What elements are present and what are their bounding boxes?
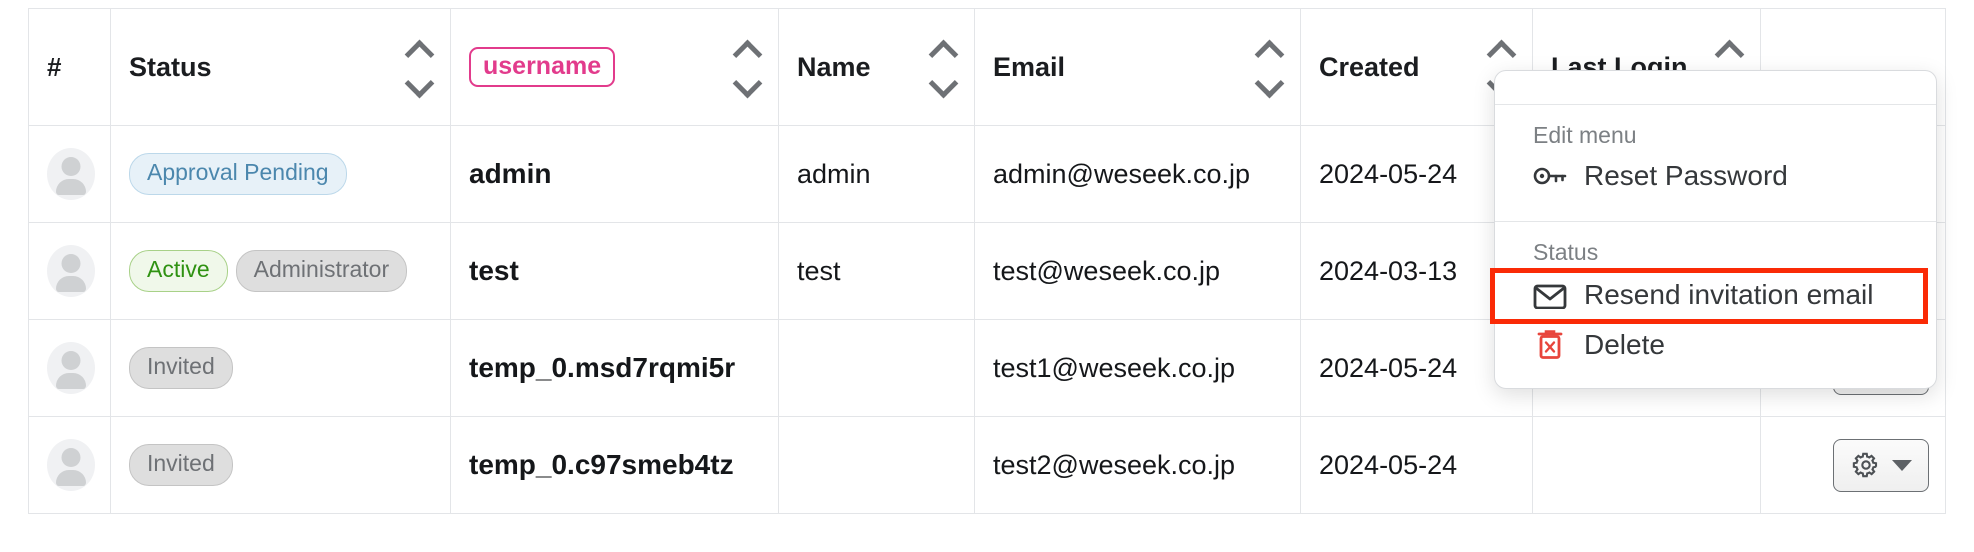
chevron-up-icon[interactable] [1716,42,1742,57]
cell-username: temp_0.c97smeb4tz [450,416,779,514]
row-actions-dropdown-menu: Edit menu Reset Password Status Resend i… [1490,70,1937,389]
sort-control-username[interactable] [734,42,760,92]
cell-status: Invited [110,319,451,417]
cell-email: admin@weseek.co.jp [974,125,1301,223]
column-header-username[interactable]: username [450,8,779,126]
username-text: temp_0.c97smeb4tz [469,449,734,480]
column-label-username: username [469,46,616,88]
status-badge: Active [129,250,228,292]
menu-item-label: Resend invitation email [1584,279,1874,310]
created-text: 2024-05-24 [1319,352,1458,383]
caret-down-icon [1891,459,1912,471]
avatar [47,439,95,491]
cell-avatar [28,319,111,417]
gear-icon [1852,452,1877,478]
chevron-down-icon[interactable] [1256,77,1282,92]
cell-name: test [778,222,975,320]
cell-email: test1@weseek.co.jp [974,319,1301,417]
envelope-icon [1533,280,1567,310]
cell-lastlogin [1532,416,1761,514]
chevron-down-icon[interactable] [734,77,760,92]
sort-control-name[interactable] [930,42,956,92]
trash-x-icon [1533,330,1567,360]
cell-created: 2024-05-24 [1300,416,1533,514]
email-text: test@weseek.co.jp [993,255,1221,286]
column-header-name[interactable]: Name [778,8,975,126]
created-text: 2024-05-24 [1319,158,1458,189]
sort-control-status[interactable] [406,42,432,92]
column-header-status[interactable]: Status [110,8,451,126]
name-text: test [797,255,841,286]
created-text: 2024-03-13 [1319,255,1458,286]
username-text: test [469,255,519,286]
cell-avatar [28,222,111,320]
menu-item-delete[interactable]: Delete [1495,322,1936,370]
chevron-down-icon[interactable] [930,77,956,92]
email-text: test2@weseek.co.jp [993,449,1236,480]
cell-avatar [28,416,111,514]
cell-email: test@weseek.co.jp [974,222,1301,320]
name-text: admin [797,158,871,189]
chevron-up-icon[interactable] [1256,42,1282,57]
cell-status: Invited [110,416,451,514]
role-badge: Administrator [235,250,408,292]
cell-name: admin [778,125,975,223]
avatar [47,245,95,297]
dropdown-top-rule [1495,71,1936,105]
cell-name [778,319,975,417]
key-icon [1533,161,1567,191]
cell-username: temp_0.msd7rqmi5r [450,319,779,417]
avatar [47,148,95,200]
status-badge: Invited [129,444,233,486]
dropdown-section-label-edit: Edit menu [1533,122,1637,148]
avatar [47,342,95,394]
chevron-up-icon[interactable] [930,42,956,57]
username-text: admin [469,158,552,189]
menu-item-reset-password[interactable]: Reset Password [1495,153,1936,201]
cell-status: Active Administrator [110,222,451,320]
status-badge: Approval Pending [129,153,347,195]
row-actions-gear-button[interactable] [1833,438,1929,492]
cell-avatar [28,125,111,223]
users-management-screen: # Status username Name Email Created Las… [0,0,1974,552]
menu-item-label: Reset Password [1584,160,1788,191]
chevron-up-icon[interactable] [1488,42,1514,57]
cell-actions [1760,416,1946,514]
menu-item-resend-invitation-email[interactable]: Resend invitation email [1490,268,1928,324]
table-row: Invited temp_0.c97smeb4tz test2@weseek.c… [28,416,1946,514]
email-text: admin@weseek.co.jp [993,158,1251,189]
status-badge: Invited [129,347,233,389]
menu-item-label: Delete [1584,329,1665,360]
sort-control-email[interactable] [1256,42,1282,92]
column-label-created: Created [1319,51,1420,82]
cell-status: Approval Pending [110,125,451,223]
column-header-email[interactable]: Email [974,8,1301,126]
column-label-num: # [47,51,62,82]
username-text: temp_0.msd7rqmi5r [469,352,736,383]
dropdown-section-label-status: Status [1533,239,1599,265]
cell-username: admin [450,125,779,223]
chevron-down-icon[interactable] [406,77,432,92]
cell-name [778,416,975,514]
column-label-name: Name [797,51,871,82]
column-label-status: Status [129,51,212,82]
chevron-up-icon[interactable] [406,42,432,57]
cell-username: test [450,222,779,320]
cell-email: test2@weseek.co.jp [974,416,1301,514]
created-text: 2024-05-24 [1319,449,1458,480]
chevron-up-icon[interactable] [734,42,760,57]
email-text: test1@weseek.co.jp [993,352,1236,383]
column-label-email: Email [993,51,1066,82]
column-header-num: # [28,8,111,126]
